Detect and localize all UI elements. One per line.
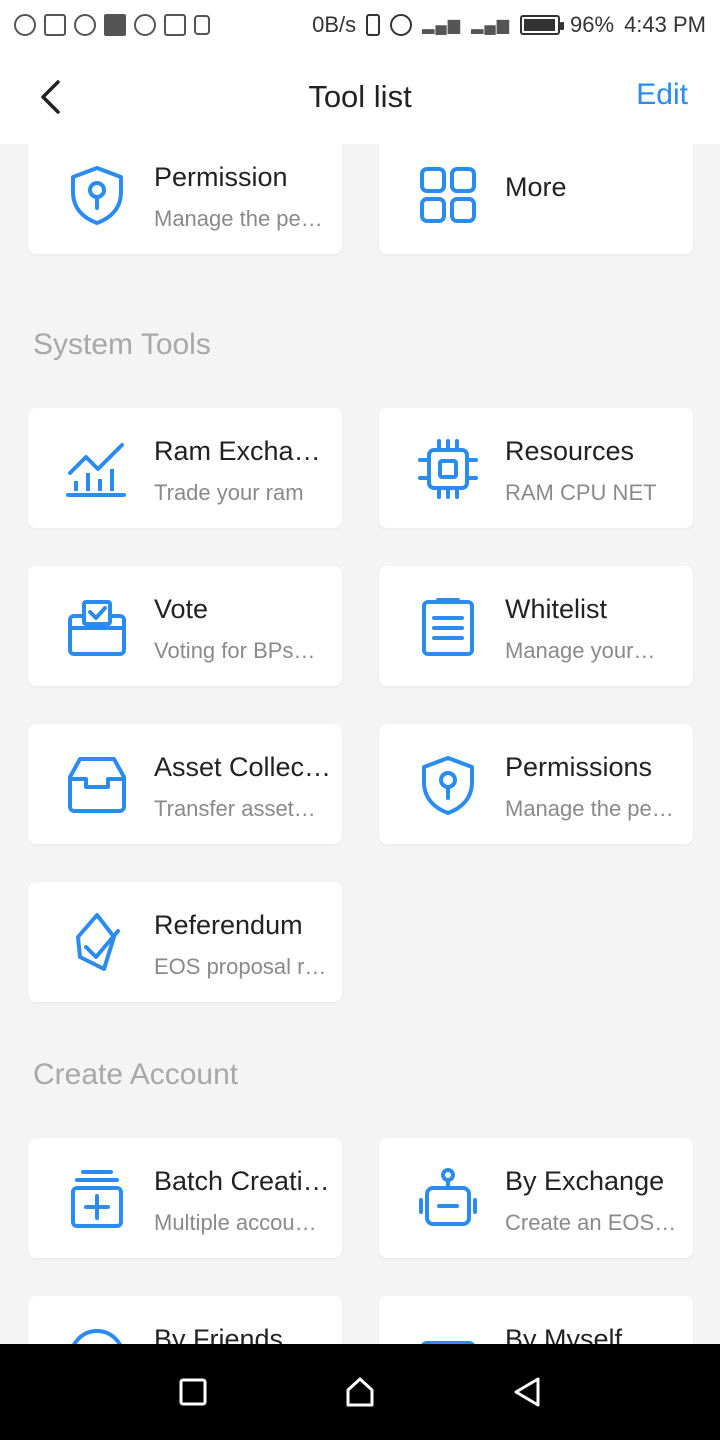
chip-icon (417, 438, 479, 500)
tool-name: By Friends (154, 1324, 284, 1344)
tool-card-batch-creation[interactable]: Batch Creati… Multiple accou… (28, 1138, 342, 1258)
section-title-system-tools: System Tools (33, 328, 211, 361)
tool-card-by-myself[interactable]: By Myself (379, 1296, 693, 1344)
whatsapp-icon (134, 14, 156, 36)
battery-icon (520, 15, 565, 35)
tool-name: Vote (154, 594, 209, 624)
net-speed: 0B/s (312, 12, 357, 37)
tool-card-referendum[interactable]: Referendum EOS proposal r… (28, 882, 342, 1002)
clock: 4:43 PM (624, 12, 706, 37)
tool-desc: Manage your… (505, 638, 656, 663)
tool-card-vote[interactable]: Vote Voting for BPs… (28, 566, 342, 686)
mail-icon (44, 14, 66, 36)
tool-name: Ram Exchan… (154, 436, 332, 466)
battery-percent: 96% (570, 12, 615, 37)
recent-apps-icon (179, 1378, 207, 1406)
tool-desc: Manage the pe… (154, 206, 323, 231)
ballot-box-icon (66, 596, 128, 658)
chevron-left-icon (41, 80, 60, 114)
battery-level (524, 19, 555, 31)
gallery-icon (164, 14, 186, 36)
back-triangle-icon (514, 1377, 540, 1407)
alarm-icon (390, 14, 413, 36)
status-bar: 0B/s ▂▄▆ ▂▄▆ 96% 4:43 PM (0, 0, 720, 50)
system-indicators: 0B/s ▂▄▆ ▂▄▆ 96% 4:43 PM (312, 12, 706, 38)
shield-key-icon (417, 754, 479, 816)
shield-key-icon (66, 164, 128, 226)
chart-trend-icon (66, 438, 128, 500)
tool-card-by-exchange[interactable]: By Exchange Create an EOS… (379, 1138, 693, 1258)
tool-card-ram-exchange[interactable]: Ram Exchan… Trade your ram (28, 408, 342, 528)
tool-desc: Manage the pe… (505, 796, 674, 821)
grid-icon (417, 164, 479, 226)
notification-icons (14, 14, 210, 36)
home-icon (346, 1377, 374, 1407)
inbox-tray-icon (66, 754, 128, 816)
tool-name: By Exchange (505, 1166, 665, 1196)
section-title-create-account: Create Account (33, 1058, 239, 1091)
edit-button[interactable]: Edit (636, 78, 688, 112)
tool-desc: Voting for BPs… (154, 638, 316, 663)
tool-name: Resources (505, 436, 635, 466)
tool-desc: Trade your ram (154, 480, 304, 505)
tool-desc: Multiple accou… (154, 1210, 317, 1235)
friends-icon (66, 1326, 128, 1344)
tool-desc: EOS proposal r… (154, 954, 327, 979)
tool-name: Asset Collec… (154, 752, 332, 782)
tool-list[interactable]: Permission Manage the pe… More System To… (0, 144, 720, 1344)
app-bar: Tool list Edit (0, 50, 720, 144)
recent-apps-button[interactable] (163, 1362, 223, 1422)
tool-card-permissions[interactable]: Permissions Manage the pe… (379, 724, 693, 844)
tool-name: More (505, 172, 567, 202)
back-button[interactable] (30, 74, 70, 120)
eos-check-icon (66, 912, 128, 974)
tool-name: Permission (154, 162, 288, 192)
chat-icon (74, 14, 96, 36)
back-nav-button[interactable] (497, 1362, 557, 1422)
tool-desc: RAM CPU NET (505, 480, 657, 505)
clipboard-list-icon (417, 596, 479, 658)
tool-card-asset-collection[interactable]: Asset Collec… Transfer asset… (28, 724, 342, 844)
tool-desc: Transfer asset… (154, 796, 316, 821)
tool-name: Permissions (505, 752, 653, 782)
tool-card-by-friends[interactable]: By Friends (28, 1296, 342, 1344)
keyboard-icon (417, 1326, 479, 1344)
signal-icon: ▂▄▆ (471, 17, 511, 34)
vibrate-icon (366, 14, 381, 36)
signal-icon: ▂▄▆ (422, 17, 462, 34)
system-nav-bar (0, 1344, 720, 1440)
tool-name: Batch Creati… (154, 1166, 330, 1196)
image-placeholder-icon (104, 14, 126, 36)
home-button[interactable] (330, 1362, 390, 1422)
tool-desc: Create an EOS… (505, 1210, 677, 1235)
message-icon (14, 14, 36, 36)
lock-icon (194, 15, 210, 35)
robot-icon (417, 1168, 479, 1230)
tool-name: Referendum (154, 910, 303, 940)
tool-card-permission[interactable]: Permission Manage the pe… (28, 144, 342, 254)
page-title: Tool list (308, 79, 412, 114)
tool-name: Whitelist (505, 594, 608, 624)
stack-add-icon (66, 1168, 128, 1230)
tool-card-whitelist[interactable]: Whitelist Manage your… (379, 566, 693, 686)
tool-name: By Myself (505, 1324, 623, 1344)
tool-card-resources[interactable]: Resources RAM CPU NET (379, 408, 693, 528)
tool-card-more[interactable]: More (379, 144, 693, 254)
